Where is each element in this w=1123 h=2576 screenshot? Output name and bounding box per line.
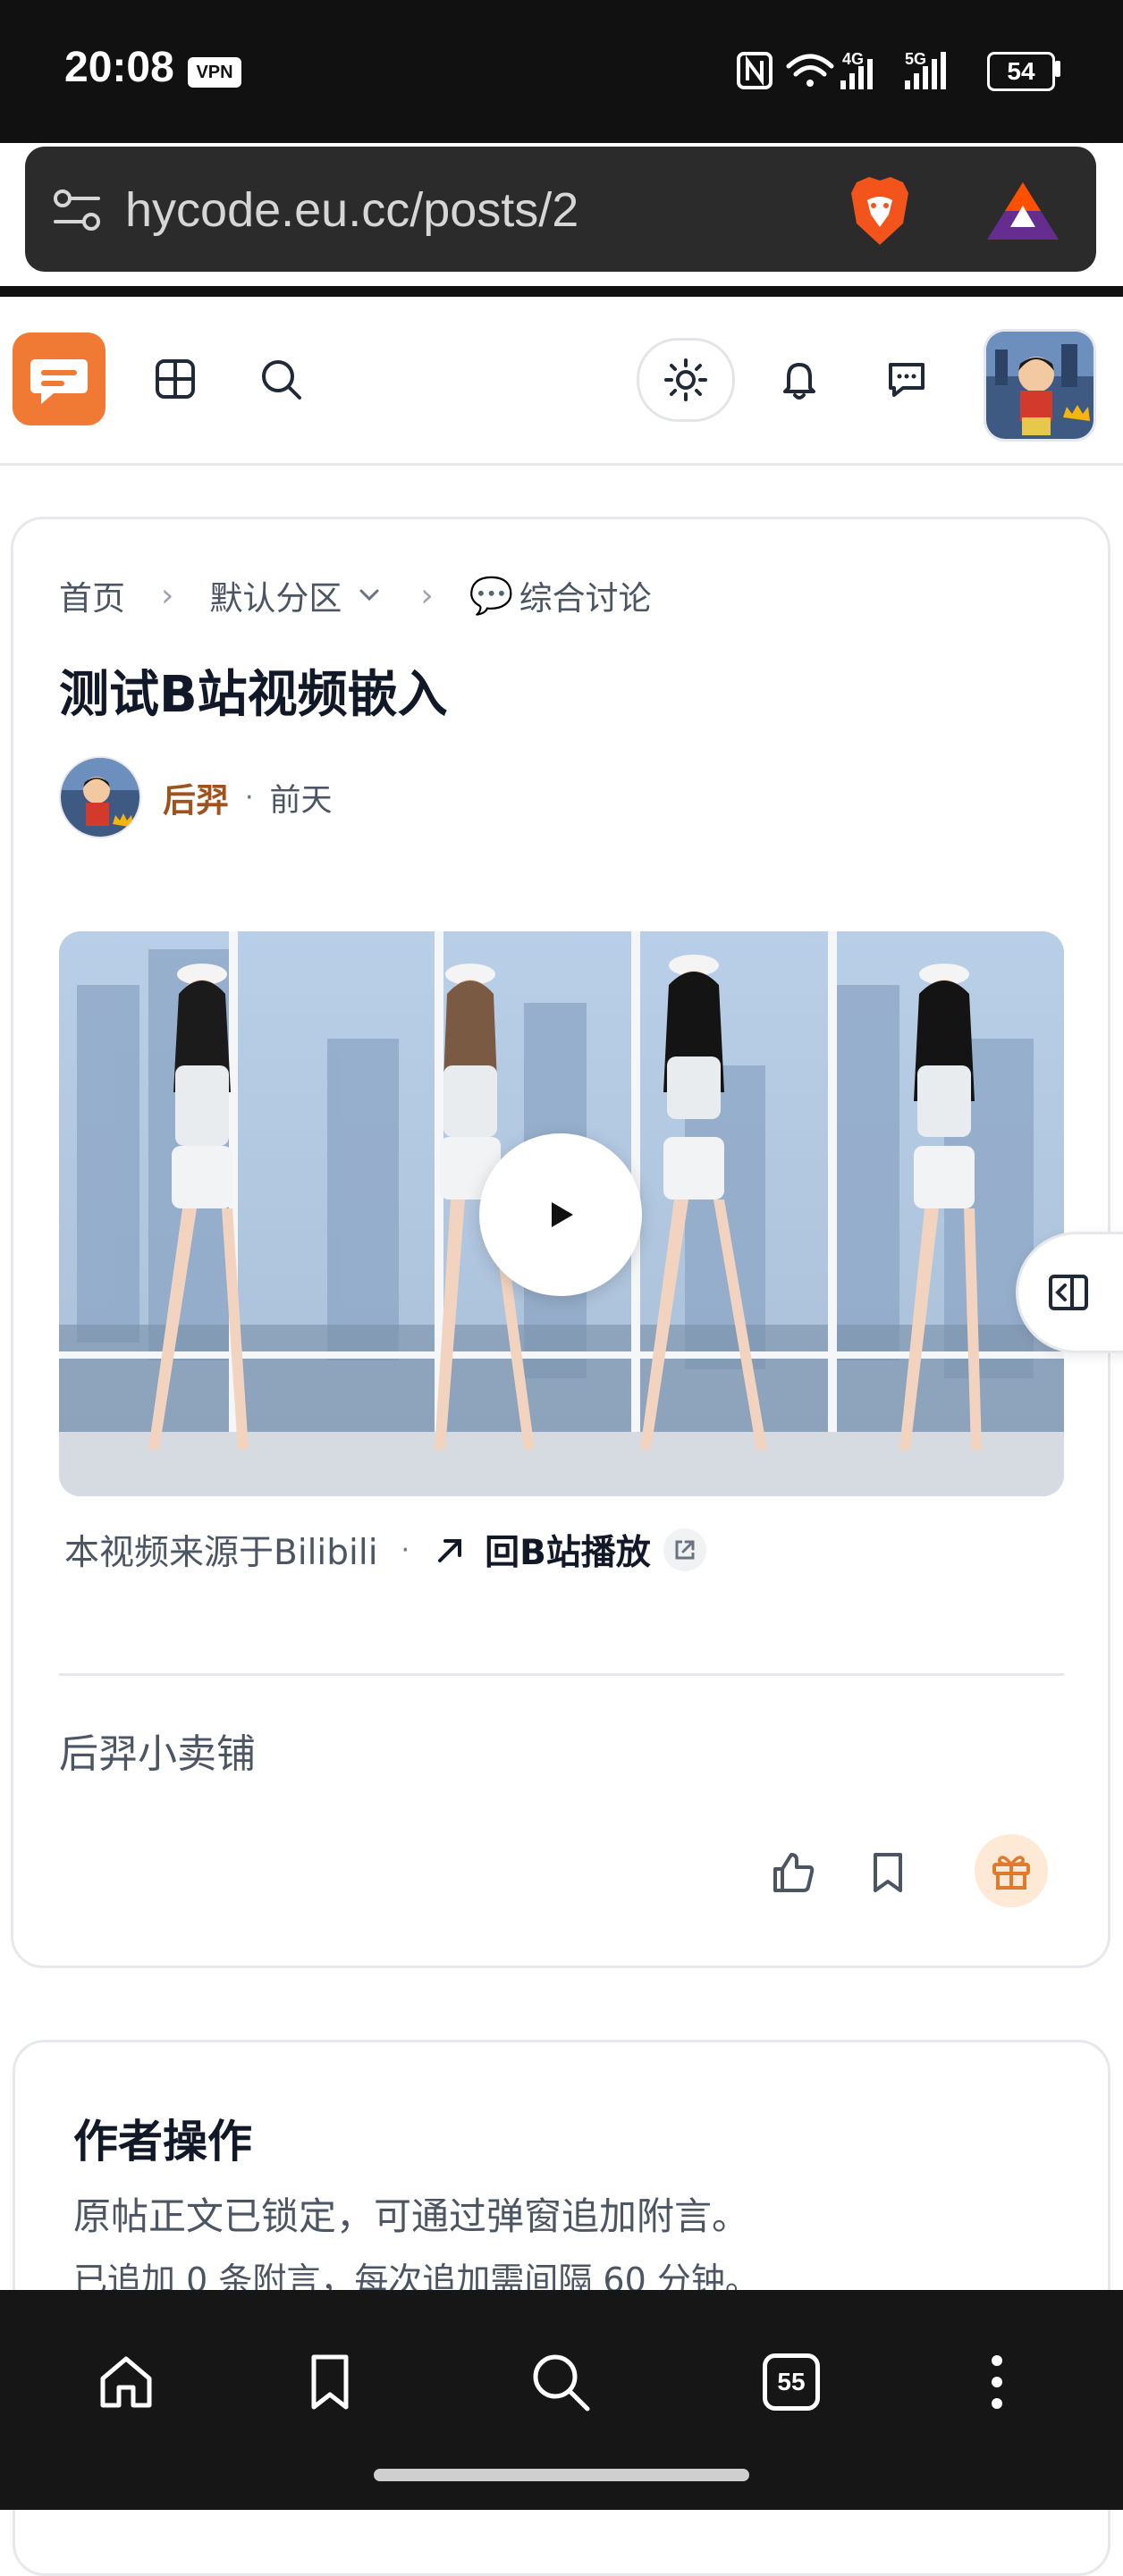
chevron-right-icon: › [420,577,434,614]
chevron-right-icon: › [161,577,174,614]
bell-icon [783,363,815,400]
signal-5g-label: 5G [905,50,926,68]
breadcrumb-category-label: 默认分区 [209,579,342,618]
panel-collapse-icon [1049,1275,1088,1310]
breadcrumb-home[interactable]: 首页 [59,571,125,619]
post-time: 前天 [269,782,333,819]
video-meta: 本视频来源于Bilibili · 回B站播放 [64,1525,706,1575]
bookmark-icon [874,1853,902,1892]
site-settings-icon[interactable] [52,188,102,232]
thumbs-up-icon [773,1853,815,1892]
author-name[interactable]: 后羿 [163,773,229,821]
search-button[interactable] [243,341,318,417]
status-time: 20:08 [64,44,174,91]
message-icon [889,363,925,397]
notifications-button[interactable] [762,341,837,417]
grid-icon [156,359,195,399]
user-avatar[interactable] [984,329,1096,442]
brave-shields-icon[interactable] [844,173,916,248]
like-button[interactable] [758,1838,828,1907]
chevron-down-icon [359,589,379,602]
author-avatar[interactable] [59,756,141,838]
browser-bottom-bar: 55 [0,2290,1123,2510]
browser-tabs-button[interactable]: 55 [742,2333,840,2431]
video-source-text: 本视频来源于Bilibili [64,1533,378,1573]
breadcrumb-category[interactable]: 默认分区 [209,571,384,619]
arrow-up-right-icon [438,1539,462,1562]
author-actions-title: 作者操作 [73,2116,252,2168]
home-icon [100,2356,152,2408]
search-icon [533,2354,590,2412]
vpn-indicator: VPN [188,57,241,88]
nfc-icon [737,52,773,89]
author-actions-desc: 原帖正文已锁定，可通过弹窗追加附言。 [73,2194,750,2238]
external-link-icon[interactable] [663,1528,706,1571]
url-text[interactable]: hycode.eu.cc/posts/2 [125,182,578,238]
play-button[interactable] [479,1133,642,1296]
browser-bookmarks-button[interactable] [281,2333,379,2431]
battery-nub [1055,61,1060,77]
post-title: 测试B站视频嵌入 [59,666,448,724]
separator-dot: · [245,781,254,813]
messages-button[interactable] [869,341,944,417]
brave-rewards-icon[interactable] [985,181,1060,243]
post-divider [59,1673,1064,1676]
play-icon [552,1202,573,1227]
breadcrumb: 首页 › 默认分区 › 💬 综合讨论 [59,568,652,622]
gesture-home-indicator[interactable] [374,2469,749,2481]
categories-button[interactable] [138,341,213,417]
browser-url-bar[interactable]: hycode.eu.cc/posts/2 [25,147,1096,272]
site-logo[interactable] [13,333,106,425]
search-icon [262,360,301,400]
more-vertical-icon [992,2355,1002,2409]
breadcrumb-board[interactable]: 综合讨论 [519,571,652,619]
gift-icon [992,1856,1030,1890]
separator-dot: · [401,1534,410,1566]
bookmark-icon [311,2354,349,2410]
browser-menu-button[interactable] [948,2333,1046,2431]
chat-logo-icon [30,359,88,404]
wifi-icon [786,54,834,87]
forum-header [0,297,1123,466]
post-body-text: 后羿小卖铺 [59,1731,256,1777]
breadcrumb-board-emoji: 💬 [469,575,514,617]
sun-icon [664,358,707,401]
bilibili-video-embed[interactable] [59,931,1064,1496]
theme-toggle-button[interactable] [637,338,735,422]
tab-count: 55 [763,2353,820,2411]
browser-search-button[interactable] [511,2333,610,2431]
signal-4g-label: 4G [842,50,864,68]
browser-chrome-edge [0,286,1123,297]
bookmark-button[interactable] [853,1838,923,1907]
post-author-row: 后羿 · 前天 [59,756,333,838]
reward-button[interactable] [975,1834,1048,1907]
battery-indicator: 54 [987,52,1055,91]
browser-home-button[interactable] [77,2333,175,2431]
status-bar: 20:08 VPN 4G 5G 54 [0,0,1123,143]
back-to-bilibili-link[interactable]: 回B站播放 [485,1525,651,1575]
